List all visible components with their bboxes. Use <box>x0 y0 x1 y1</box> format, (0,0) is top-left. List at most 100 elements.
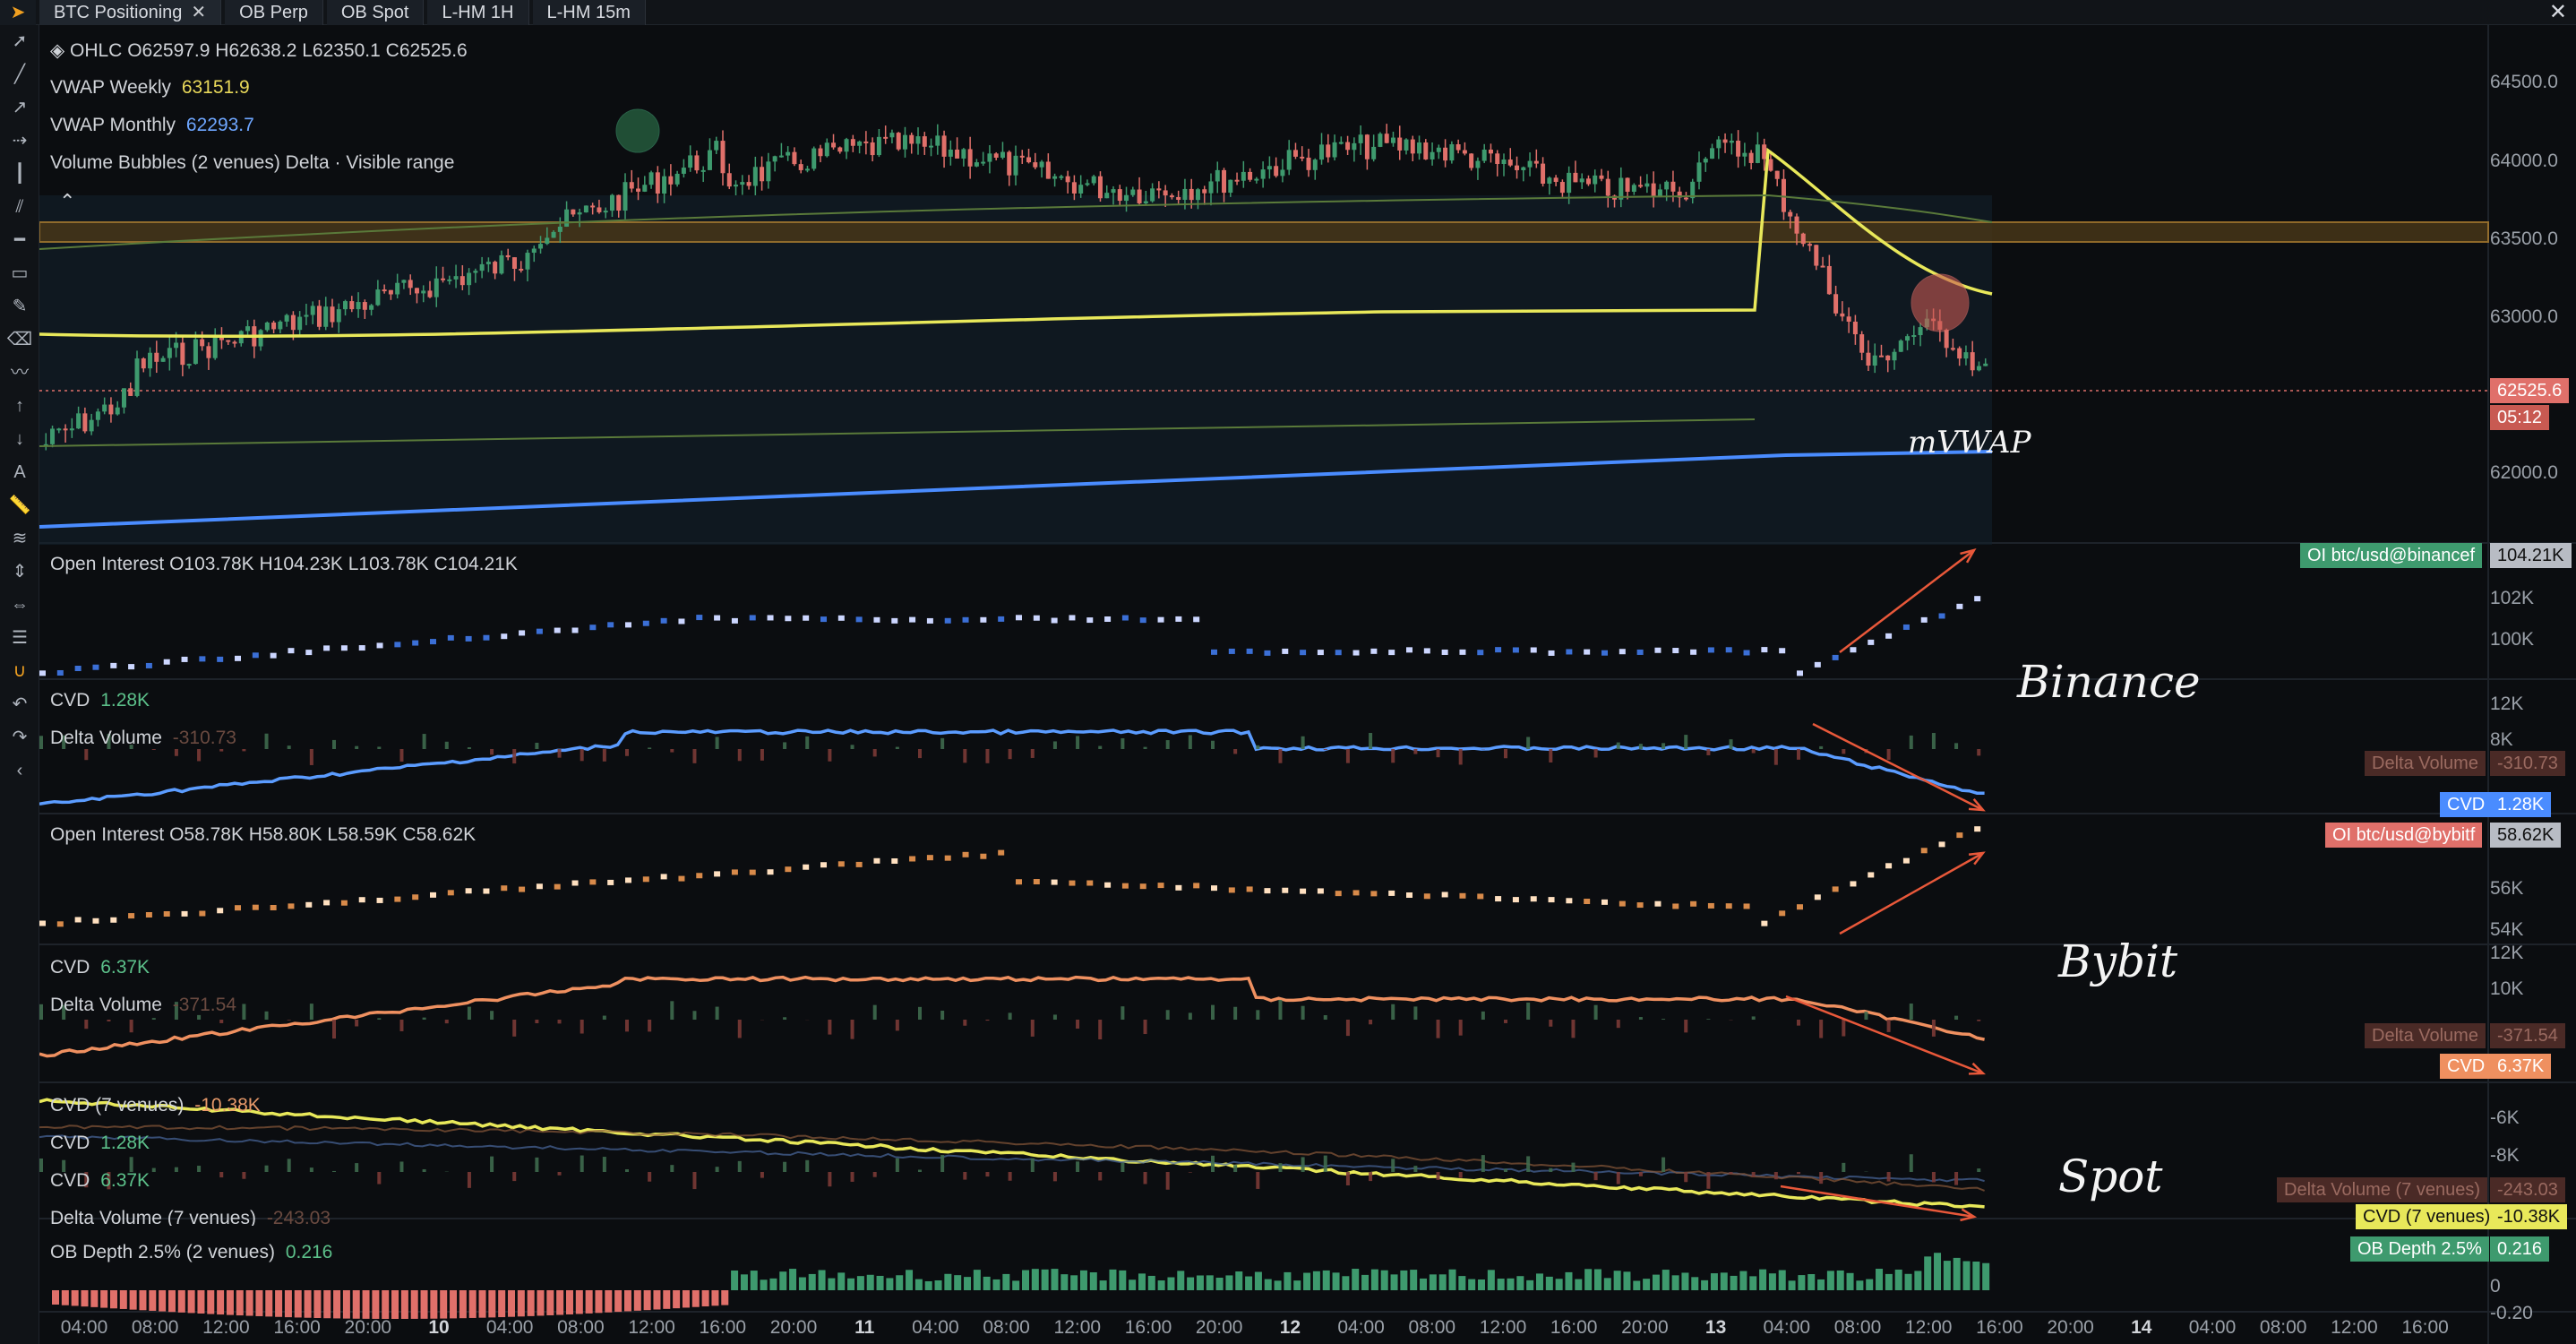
cvd-binance-line <box>39 728 1985 806</box>
oi-binance-tick: 102K <box>2490 588 2535 608</box>
delta-bybit-bar <box>1256 1010 1260 1020</box>
tab-1[interactable]: OB Perp <box>225 0 323 25</box>
candle-body <box>1892 351 1897 361</box>
candle-body <box>1436 147 1441 152</box>
vertical-line-icon[interactable]: ┃ <box>0 158 39 191</box>
oi-binance-bar <box>1761 647 1768 653</box>
oi-bybit-bar <box>785 866 792 873</box>
candle-body <box>1553 177 1558 183</box>
ob-depth-bar <box>992 1279 1000 1290</box>
candle-body <box>63 428 68 431</box>
delta-bybit-bar <box>737 1020 742 1038</box>
brush-icon[interactable]: ✎ <box>0 290 39 323</box>
delta7-bar <box>1256 1172 1260 1189</box>
ob-depth-bar <box>1934 1253 1942 1290</box>
redo-icon[interactable]: ↷ <box>0 721 39 754</box>
candle-body <box>1169 195 1174 198</box>
oi-binance-bar <box>1654 647 1662 653</box>
ob-depth-bar <box>556 1290 564 1315</box>
candle-body <box>1241 171 1246 181</box>
collapse-icon[interactable]: ‹ <box>0 754 39 788</box>
oi-binance-bar <box>1264 650 1271 656</box>
candle-body <box>1319 144 1325 160</box>
delta-binance-bar <box>1211 740 1215 749</box>
ob-depth-bar <box>304 1290 312 1318</box>
path-icon[interactable]: 〰 <box>0 357 39 390</box>
oi-binance-tag-label: OI btc/usd@binancef <box>2300 543 2483 568</box>
fib-icon[interactable]: ≋ <box>0 522 39 556</box>
collapse-legend-icon[interactable]: ⌃ <box>59 190 75 213</box>
candle-body <box>1475 160 1481 168</box>
ob-depth-bar <box>1370 1269 1378 1290</box>
arrow-down-icon[interactable]: ↓ <box>0 423 39 456</box>
text-icon[interactable]: A <box>0 456 39 489</box>
cvd-binance-arrow <box>1812 722 1984 812</box>
date-range-icon[interactable]: ⇔ <box>0 589 39 622</box>
cursor-icon[interactable]: ➚ <box>0 25 39 58</box>
candle-body <box>1683 197 1688 200</box>
ruler-icon[interactable]: 📏 <box>0 489 39 522</box>
chart-area[interactable]: ◈ OHLC O62597.9 H62638.2 L62350.1 C62525… <box>39 25 2576 1344</box>
time-tick: 20:00 <box>769 1317 818 1338</box>
delta-binance-bar <box>1886 749 1891 761</box>
candle-body <box>734 185 739 187</box>
tab-close-icon[interactable]: ✕ <box>191 3 206 22</box>
oi-binance-bar <box>288 648 295 654</box>
oi-bybit-bar <box>501 885 508 892</box>
cvd-bybit-label: CVD <box>50 957 90 978</box>
delta-binance-bar <box>1413 749 1418 754</box>
cvd-binance-tick: 8K <box>2490 729 2513 750</box>
ob-depth-bar <box>1070 1275 1078 1290</box>
delta-bybit-bar <box>332 1020 336 1039</box>
magnet-icon[interactable]: ∪ <box>0 655 39 688</box>
delta7-bar <box>1481 1155 1485 1172</box>
horizontal-line-icon[interactable]: ━ <box>0 224 39 257</box>
eraser-icon[interactable]: ⌫ <box>0 323 39 357</box>
delta-binance-bar <box>692 749 697 763</box>
cvd7-arrow <box>1780 1185 1975 1219</box>
tab-0[interactable]: BTC Positioning ✕ <box>39 0 222 25</box>
undo-icon[interactable]: ↶ <box>0 688 39 721</box>
tab-2[interactable]: OB Spot <box>326 0 425 25</box>
ob-depth-bar <box>1245 1276 1253 1290</box>
close-window-icon[interactable]: ✕ <box>2549 0 2567 25</box>
oi-bybit-bar <box>837 861 845 867</box>
candle-body <box>746 182 751 186</box>
parallel-channel-icon[interactable]: ⫽ <box>0 191 39 224</box>
delta-bybit-bar <box>985 1020 990 1021</box>
oi-binance-bar <box>589 625 597 631</box>
ob-depth-bar <box>808 1273 816 1290</box>
arrow-up-icon[interactable]: ↑ <box>0 390 39 423</box>
app-logo-icon[interactable]: ➤ <box>0 0 36 25</box>
oi-binance-bar <box>1388 650 1395 656</box>
ray-icon[interactable]: ↗ <box>0 91 39 125</box>
oi-bybit-arrow <box>1839 851 1984 935</box>
candle-body <box>1651 183 1656 197</box>
ob-depth-bar <box>1487 1270 1495 1290</box>
ob-depth-bar <box>1322 1270 1330 1290</box>
tab-3[interactable]: L-HM 1H <box>427 0 529 25</box>
candle-body <box>369 305 374 310</box>
ob-depth-bar <box>1497 1279 1505 1290</box>
delta7-bar <box>1233 1165 1238 1172</box>
horizontal-ray-icon[interactable]: ⇢ <box>0 125 39 158</box>
candle-body <box>395 282 400 295</box>
ob-depth-bar <box>1225 1275 1233 1290</box>
ob-depth-bar <box>818 1270 826 1290</box>
trendline-icon[interactable]: ╱ <box>0 58 39 91</box>
price-tick: 64000.0 <box>2490 151 2558 171</box>
price-range-icon[interactable]: ⇕ <box>0 556 39 589</box>
ob-depth-bar <box>964 1277 972 1290</box>
ob-depth-bar <box>866 1274 874 1290</box>
ob-depth-bar <box>537 1290 545 1316</box>
rectangle-icon[interactable]: ▭ <box>0 257 39 290</box>
candle-body <box>1755 144 1760 163</box>
delta7-bar <box>1931 1172 1936 1183</box>
oi-bybit-bar <box>1335 891 1342 897</box>
candle-body <box>818 148 823 157</box>
layers-icon[interactable]: ☰ <box>0 622 39 655</box>
delta-binance-bar <box>1977 749 1981 756</box>
tab-4[interactable]: L-HM 15m <box>532 0 646 25</box>
oi-bybit-bar <box>1743 903 1750 909</box>
ob-depth-bar <box>52 1290 59 1305</box>
